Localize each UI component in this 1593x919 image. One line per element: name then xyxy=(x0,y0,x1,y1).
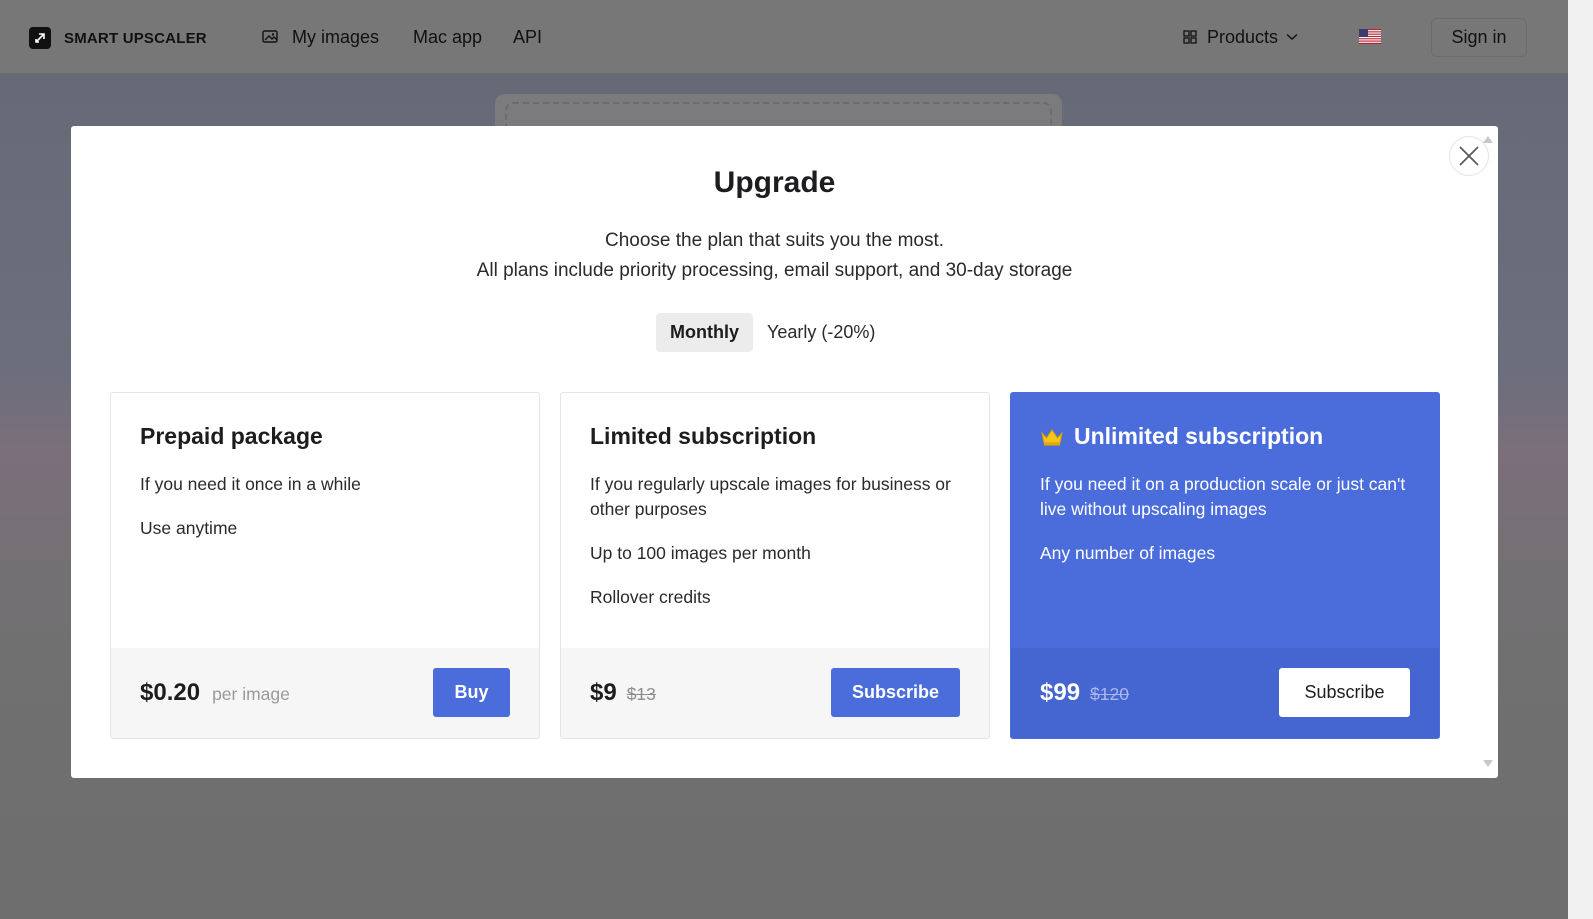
plan-feature: Any number of images xyxy=(1040,543,1216,563)
modal-title: Upgrade xyxy=(713,166,836,199)
subtitle-line-1: Choose the plan that suits you the most. xyxy=(604,230,945,251)
close-icon xyxy=(1459,146,1479,166)
billing-period-toggle: Monthly Yearly (-20%) xyxy=(656,313,889,352)
top-navigation-bar: SMART UPSCALER My images Mac app API Pro… xyxy=(0,0,1568,74)
plan-footer: $9 $13 Subscribe xyxy=(561,648,989,738)
products-dropdown[interactable]: Products xyxy=(1183,0,1298,74)
plan-title: Prepaid package xyxy=(140,423,323,449)
modal-scroll-up-arrow[interactable] xyxy=(1483,136,1493,143)
subscribe-unlimited-button[interactable]: Subscribe xyxy=(1279,668,1410,717)
plan-price: $0.20 xyxy=(140,679,201,706)
brand-name: SMART UPSCALER xyxy=(64,29,207,47)
modal-scroll-down-arrow[interactable] xyxy=(1483,760,1493,767)
plan-footer: $99 $120 Subscribe xyxy=(1011,648,1439,738)
plan-card-prepaid: Prepaid package If you need it once in a… xyxy=(110,392,540,739)
upscale-logo-icon xyxy=(29,27,51,49)
upgrade-modal: Upgrade Choose the plan that suits you t… xyxy=(71,126,1498,778)
grid-icon xyxy=(1183,30,1197,44)
toggle-yearly[interactable]: Yearly (-20%) xyxy=(753,313,889,352)
buy-button[interactable]: Buy xyxy=(433,668,510,717)
plan-card-unlimited: Unlimited subscription If you need it on… xyxy=(1010,392,1440,739)
plan-footer: $0.20 per image Buy xyxy=(111,648,539,738)
plan-price-suffix: per image xyxy=(212,684,290,704)
sign-in-button[interactable]: Sign in xyxy=(1431,18,1527,57)
plan-title: Unlimited subscription xyxy=(1040,423,1409,450)
plan-title: Limited subscription xyxy=(590,423,817,449)
plan-description: If you need it on a production scale or … xyxy=(1040,474,1406,519)
plan-price: $99 xyxy=(1040,679,1081,706)
crown-icon xyxy=(1041,428,1063,445)
plan-feature: Rollover credits xyxy=(590,587,711,607)
modal-subtitle: Choose the plan that suits you the most.… xyxy=(71,226,1478,286)
plan-feature: Use anytime xyxy=(140,518,238,538)
plan-old-price: $13 xyxy=(626,684,656,704)
chevron-down-icon xyxy=(1286,33,1298,40)
plan-old-price: $120 xyxy=(1090,684,1129,704)
nav-mac-app[interactable]: Mac app xyxy=(413,0,482,74)
plan-price: $9 xyxy=(590,679,617,706)
toggle-monthly[interactable]: Monthly xyxy=(656,313,753,352)
subscribe-limited-button[interactable]: Subscribe xyxy=(831,668,960,717)
plan-description: If you regularly upscale images for busi… xyxy=(590,474,951,519)
brand-logo[interactable]: SMART UPSCALER xyxy=(29,27,207,49)
plan-title-text: Unlimited subscription xyxy=(1074,423,1324,449)
products-label: Products xyxy=(1207,26,1279,47)
plan-feature: Up to 100 images per month xyxy=(590,543,811,563)
page-scrollbar[interactable] xyxy=(1568,0,1593,919)
nav-api[interactable]: API xyxy=(513,0,542,74)
image-gallery-icon xyxy=(262,30,278,43)
nav-my-images[interactable]: My images xyxy=(262,0,379,74)
nav-my-images-label: My images xyxy=(292,26,380,47)
subtitle-line-2: All plans include priority processing, e… xyxy=(476,260,1073,281)
plan-card-limited: Limited subscription If you regularly up… xyxy=(560,392,990,739)
us-flag-icon[interactable] xyxy=(1359,29,1381,44)
plan-description: If you need it once in a while xyxy=(140,474,361,494)
